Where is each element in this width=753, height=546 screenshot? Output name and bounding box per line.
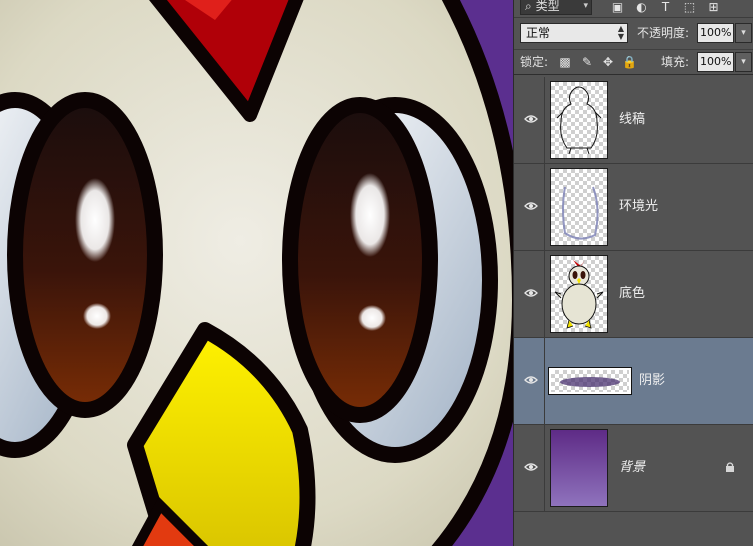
lock-all-icon[interactable]: 🔒 [622,55,637,69]
fill-label: 填充: [661,55,690,69]
fill-value: 100% [700,55,732,68]
shape-filter-icon[interactable]: ⬚ [682,0,697,14]
lock-label: 锁定: [520,55,549,69]
layer-thumbnail [550,81,608,159]
layer-row[interactable]: 背景 [514,425,753,512]
lineart-thumbnail [556,86,602,155]
layer-filter-select[interactable]: ⌕ 类型 ▾ [520,0,592,15]
opacity-dropdown-button[interactable]: ▾ [735,23,752,43]
eye-icon [524,289,538,297]
layer-name: 环境光 [619,199,659,214]
opacity-input[interactable]: 100% [697,23,734,43]
blend-row: 正常 ▲ ▼ 不透明度: 100% ▾ [514,20,753,50]
layer-thumbnail [550,168,608,246]
layer-name: 背景 [619,460,646,475]
layer-row[interactable]: 底色 [514,251,753,338]
search-icon: ⌕ [525,0,532,13]
spinner-icon: ▲ ▼ [617,24,624,41]
lock-icon [726,462,734,472]
text-filter-icon[interactable]: T [658,0,673,14]
filter-label: 类型 [535,0,560,13]
layers-panel: ⌕ 类型 ▾ ▣ ◐ T ⬚ ⊞ 正常 ▲ ▼ 不透明度: 100% ▾ 锁定: … [513,0,753,546]
visibility-toggle[interactable] [514,338,545,424]
layer-row[interactable]: 线稿 [514,77,753,164]
eye-icon [524,376,538,384]
layer-name: 底色 [619,286,646,301]
adjustment-filter-icon[interactable]: ◐ [634,0,649,14]
layer-thumbnail [550,255,608,333]
eye-icon [524,463,538,471]
layer-thumbnail [549,368,631,394]
fill-dropdown-button[interactable]: ▾ [735,52,752,72]
layer-row[interactable]: 环境光 [514,164,753,251]
layer-name: 阴影 [639,373,666,388]
visibility-toggle[interactable] [514,77,545,163]
layer-thumbnail [550,429,608,507]
chicken-thumbnail [554,260,604,329]
opacity-label: 不透明度: [637,26,690,40]
chicken-artwork [0,0,513,546]
layer-row-selected[interactable]: 阴影 [514,338,753,425]
lock-row: 锁定: ▩ ✎ ✥ 🔒 填充: 100% ▾ [514,51,753,75]
visibility-toggle[interactable] [514,164,545,250]
eye-icon [524,115,538,123]
smartobject-filter-icon[interactable]: ⊞ [706,0,721,14]
layer-name: 线稿 [619,112,646,127]
shadow-thumbnail [560,377,620,387]
visibility-toggle[interactable] [514,425,545,511]
lock-transparent-icon[interactable]: ▩ [558,55,572,69]
eye-icon [524,202,538,210]
layer-filter-bar: ⌕ 类型 ▾ ▣ ◐ T ⬚ ⊞ [514,0,753,18]
lock-position-icon[interactable]: ✥ [601,55,615,69]
lock-paint-icon[interactable]: ✎ [580,55,594,69]
blend-mode-value: 正常 [526,26,551,40]
image-filter-icon[interactable]: ▣ [610,0,625,14]
blend-mode-select[interactable]: 正常 ▲ ▼ [520,23,628,43]
opacity-value: 100% [700,26,732,39]
document-canvas[interactable] [0,0,513,546]
layer-list: 线稿 环境光 底色 阴影 背景 [514,77,753,512]
fill-input[interactable]: 100% [697,52,734,72]
chevron-down-icon: ▾ [583,1,588,11]
visibility-toggle[interactable] [514,251,545,337]
ambient-thumbnail [562,186,599,240]
